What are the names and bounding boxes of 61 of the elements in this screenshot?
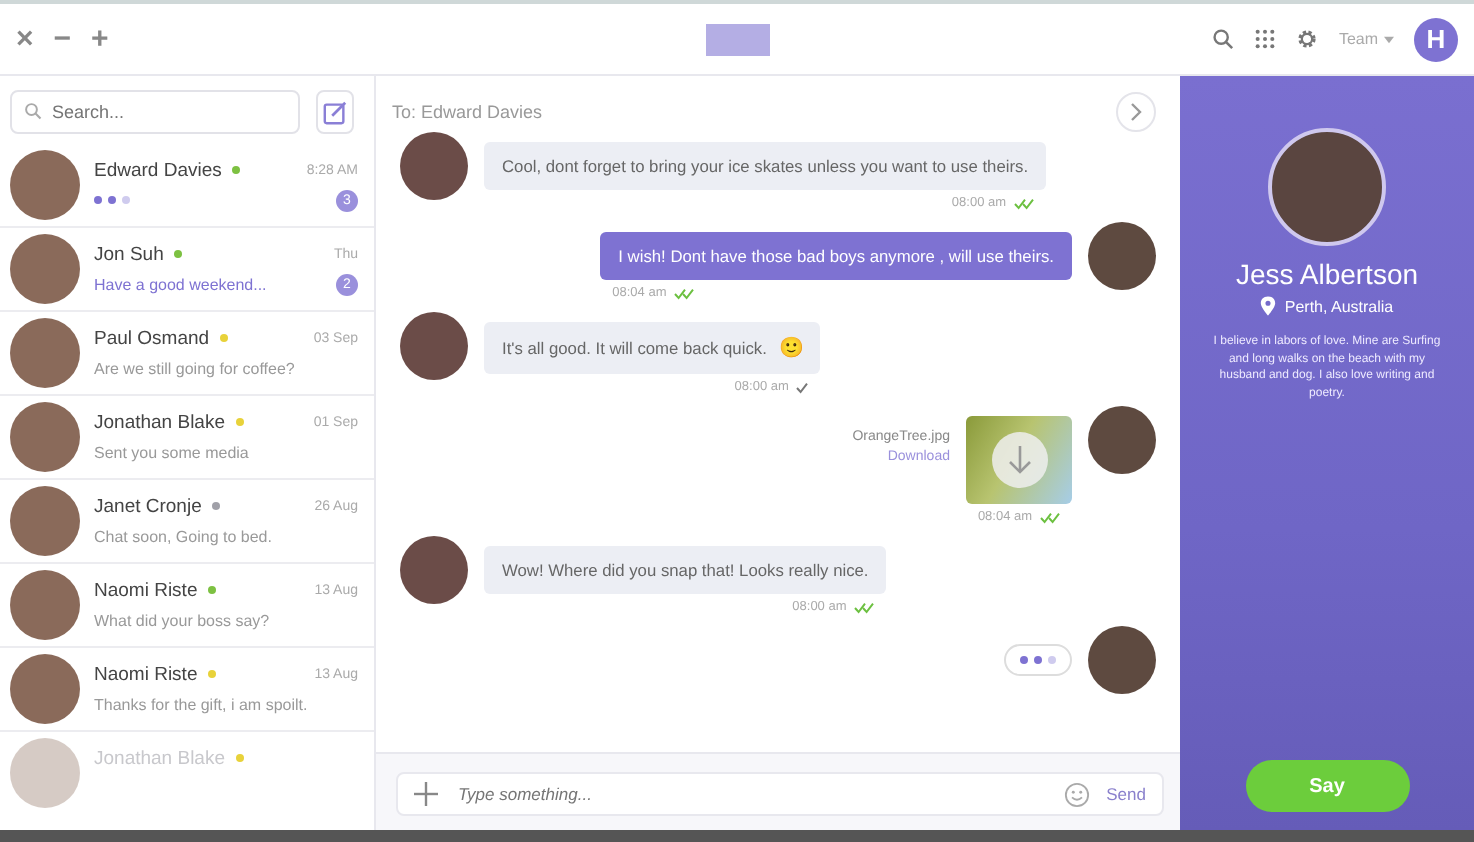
profile-location: Perth, Australia [1284, 297, 1394, 315]
search-icon[interactable] [1212, 28, 1235, 50]
avatar [10, 738, 80, 808]
avatar [1088, 222, 1156, 290]
message-preview: Sent you some media [94, 443, 249, 461]
avatar [10, 150, 80, 220]
user-avatar[interactable]: H [1414, 17, 1458, 61]
window-control[interactable]: − [53, 22, 72, 56]
avatar [10, 402, 80, 472]
contact-name: Edward Davies [94, 159, 222, 181]
typing-indicator [94, 196, 130, 204]
contact-name: Janet Cronje [94, 495, 202, 517]
message-input[interactable]: Type something... [454, 782, 1049, 806]
window-control[interactable]: × [16, 22, 34, 56]
profile-name: Jess Albertson [1235, 258, 1419, 290]
avatar [10, 234, 80, 304]
avatar [10, 318, 80, 388]
contact-name: Naomi Riste [94, 663, 198, 685]
contact-name: Naomi Riste [94, 579, 198, 601]
search-icon [24, 102, 42, 120]
avatar [10, 570, 80, 640]
location-pin-icon [1260, 296, 1277, 316]
message-preview: Are we still going for coffee? [94, 359, 295, 377]
settings-icon[interactable] [1296, 28, 1319, 50]
message-bubble: Cool, dont forget to bring your ice skates unless you want to use theirs. [484, 142, 1047, 190]
smiley-emoji: 🙂 [778, 338, 803, 360]
avatar [1088, 406, 1156, 474]
avatar [400, 536, 468, 604]
say-button[interactable]: Say [1245, 760, 1409, 812]
contact-name: Jon Suh [94, 243, 164, 265]
caret-icon [1384, 35, 1394, 43]
avatar [1088, 626, 1156, 694]
search-field[interactable]: Search... [10, 90, 300, 134]
message-field[interactable]: Type something... Send [396, 772, 1164, 816]
avatar [400, 312, 468, 380]
compose-button[interactable] [316, 90, 354, 134]
message-preview: What did your boss say? [94, 611, 270, 629]
window-control[interactable]: + [91, 22, 109, 56]
compose-icon [322, 99, 348, 125]
message-preview: Thanks for the gift, i am spoilt. [94, 695, 308, 713]
contact-name: Jonathan Blake [94, 411, 225, 433]
plus-icon[interactable] [414, 782, 438, 806]
team-dropdown[interactable]: Team [1338, 30, 1394, 48]
smiley-icon[interactable] [1064, 781, 1091, 807]
message-bubble: It's all good. It will come back quick. 🙂 [484, 322, 821, 374]
avatar [10, 654, 80, 724]
contact-name: Paul Osmand [94, 327, 210, 349]
chevron-right-icon [1126, 102, 1146, 122]
typing-indicator [1004, 644, 1072, 676]
message-preview: Chat soon, Going to bed. [94, 527, 272, 545]
logo-placeholder [705, 23, 769, 55]
message-preview: Have a good weekend... [94, 275, 267, 293]
grid-icon[interactable] [1254, 28, 1277, 50]
avatar [10, 486, 80, 556]
recipient-label: To: Edward Davies [392, 102, 543, 122]
message-bubble: I wish! Dont have those bad boys anymore , will use theirs. [600, 232, 1072, 280]
message-bubble: Wow! Where did you snap that! Looks really nice. [484, 546, 887, 594]
download-icon[interactable] [989, 430, 1049, 490]
send-button[interactable]: Send [1106, 784, 1146, 804]
next-button[interactable] [1116, 92, 1156, 132]
avatar [400, 132, 468, 200]
